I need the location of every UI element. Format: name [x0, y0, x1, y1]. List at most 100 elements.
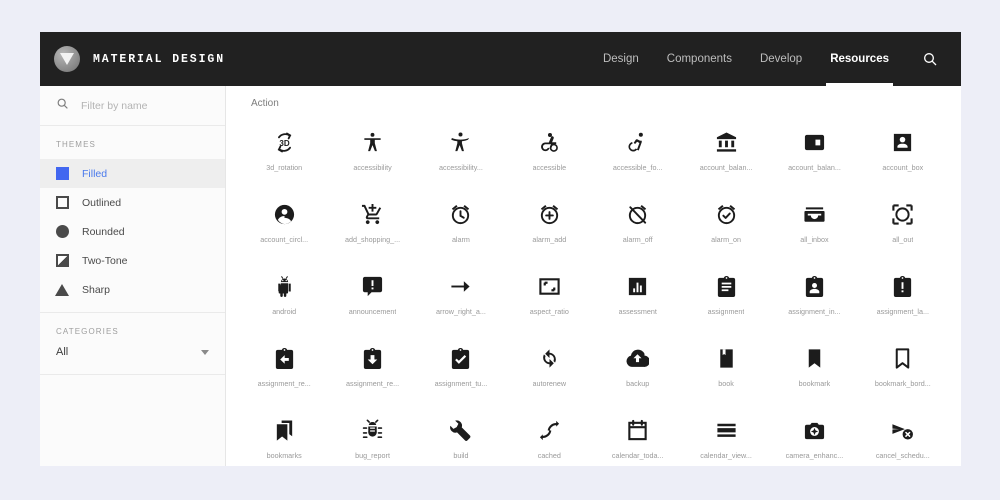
build-icon	[449, 413, 472, 447]
filter-by-name-input[interactable]	[81, 99, 209, 112]
alarm-on-icon	[715, 197, 738, 231]
icon-cell-cached[interactable]: cached	[505, 407, 593, 465]
sidebar-item-rounded[interactable]: Rounded	[40, 217, 225, 246]
icon-grid: 3D 3d_rotation accessibility accessibility.…	[226, 119, 961, 466]
icon-cell-3d_rotation[interactable]: 3D 3d_rotation	[240, 119, 328, 177]
calendar-view-day-icon	[715, 413, 738, 447]
icon-cell-bookmark[interactable]: bookmark	[770, 335, 858, 393]
icon-cell-book[interactable]: book	[682, 335, 770, 393]
android-icon	[273, 269, 296, 303]
header-nav: Design Components Develop Resources	[589, 32, 943, 86]
icon-label: accessibility	[353, 163, 392, 172]
accessible-icon	[538, 125, 561, 159]
icon-cell-assignment_tu[interactable]: assignment_tu...	[417, 335, 505, 393]
icon-cell-accessible[interactable]: accessible	[505, 119, 593, 177]
icon-cell-assignment_la[interactable]: assignment_la...	[859, 263, 947, 321]
filled-circle-icon	[56, 225, 69, 238]
alarm-off-icon	[626, 197, 649, 231]
outlined-square-icon	[56, 196, 69, 209]
icon-cell-assignment_re[interactable]: assignment_re...	[240, 335, 328, 393]
search-icon	[56, 97, 69, 115]
icon-label: accessible_fo...	[612, 163, 663, 172]
icon-label: assignment_la...	[876, 307, 929, 316]
icon-cell-alarm_add[interactable]: alarm_add	[505, 191, 593, 249]
themes-section: THEMES Filled Outlined Rounded Two-Tone	[40, 126, 225, 313]
icon-cell-aspect_ratio[interactable]: aspect_ratio	[505, 263, 593, 321]
sidebar-item-label: Outlined	[82, 196, 122, 209]
icon-cell-account_circl[interactable]: account_circl...	[240, 191, 328, 249]
icon-label: alarm	[451, 235, 470, 244]
icon-label: assignment_tu...	[434, 379, 488, 388]
icon-cell-account_balan[interactable]: account_balan...	[682, 119, 770, 177]
cached-icon	[538, 413, 561, 447]
icon-cell-add_shopping_[interactable]: add_shopping_...	[328, 191, 416, 249]
alarm-icon	[449, 197, 472, 231]
accessibility-new-icon	[449, 125, 472, 159]
icon-cell-assignment_in[interactable]: assignment_in...	[770, 263, 858, 321]
icon-cell-assignment_re[interactable]: assignment_re...	[328, 335, 416, 393]
icon-cell-alarm_on[interactable]: alarm_on	[682, 191, 770, 249]
sidebar-filler	[40, 375, 225, 466]
nav-item-design[interactable]: Design	[589, 32, 653, 86]
3d-rotation-icon: 3D	[273, 125, 296, 159]
icon-cell-announcement[interactable]: announcement	[328, 263, 416, 321]
icon-cell-all_out[interactable]: all_out	[859, 191, 947, 249]
icon-cell-assessment[interactable]: assessment	[594, 263, 682, 321]
icon-cell-calendar_toda[interactable]: calendar_toda...	[594, 407, 682, 465]
nav-item-resources[interactable]: Resources	[816, 32, 903, 86]
icon-cell-assignment[interactable]: assignment	[682, 263, 770, 321]
icon-label: assignment	[707, 307, 745, 316]
icon-label: cancel_schedu...	[875, 451, 930, 460]
icon-cell-autorenew[interactable]: autorenew	[505, 335, 593, 393]
sidebar-item-two-tone[interactable]: Two-Tone	[40, 246, 225, 275]
icon-cell-bookmarks[interactable]: bookmarks	[240, 407, 328, 465]
icon-cell-bug_report[interactable]: bug_report	[328, 407, 416, 465]
icon-label: aspect_ratio	[529, 307, 569, 316]
icon-cell-cancel_schedu[interactable]: cancel_schedu...	[859, 407, 947, 465]
sidebar-item-filled[interactable]: Filled	[40, 159, 225, 188]
material-design-logo-icon	[54, 46, 80, 72]
icon-cell-alarm_off[interactable]: alarm_off	[594, 191, 682, 249]
icon-label: accessible	[532, 163, 567, 172]
icon-cell-accessibility[interactable]: accessibility...	[417, 119, 505, 177]
accessible-forward-icon	[626, 125, 649, 159]
icon-cell-account_balan[interactable]: account_balan...	[770, 119, 858, 177]
icon-cell-backup[interactable]: backup	[594, 335, 682, 393]
categories-section: CATEGORIES All	[40, 313, 225, 375]
assignment-returned-icon	[361, 341, 384, 375]
brand-logo-group[interactable]: MATERIAL DESIGN	[54, 46, 225, 72]
bookmarks-icon	[273, 413, 296, 447]
icon-cell-account_box[interactable]: account_box	[859, 119, 947, 177]
category-select[interactable]: All	[40, 346, 225, 368]
icon-label: autorenew	[532, 379, 567, 388]
icon-cell-all_inbox[interactable]: all_inbox	[770, 191, 858, 249]
sidebar-item-outlined[interactable]: Outlined	[40, 188, 225, 217]
icon-cell-build[interactable]: build	[417, 407, 505, 465]
icon-label: bug_report	[355, 451, 390, 460]
aspect-ratio-icon	[538, 269, 561, 303]
icon-cell-camera_enhanc[interactable]: camera_enhanc...	[770, 407, 858, 465]
chevron-down-icon	[201, 349, 209, 355]
categories-section-title: CATEGORIES	[56, 327, 119, 336]
nav-item-components[interactable]: Components	[653, 32, 746, 86]
icon-cell-accessibility[interactable]: accessibility	[328, 119, 416, 177]
sidebar-item-sharp[interactable]: Sharp	[40, 275, 225, 304]
icon-label: account_circl...	[260, 235, 309, 244]
icon-cell-accessible_fo[interactable]: accessible_fo...	[594, 119, 682, 177]
search-icon[interactable]	[919, 48, 941, 70]
icon-label: bookmark	[798, 379, 831, 388]
assignment-return-icon	[273, 341, 296, 375]
icon-label: assessment	[618, 307, 657, 316]
assignment-turned-in-icon	[449, 341, 472, 375]
themes-section-title: THEMES	[56, 140, 96, 149]
icon-cell-bookmark_bord[interactable]: bookmark_bord...	[859, 335, 947, 393]
icon-cell-arrow_right_a[interactable]: arrow_right_a...	[417, 263, 505, 321]
filter-row[interactable]	[40, 86, 225, 126]
icon-label: bookmark_bord...	[874, 379, 931, 388]
icon-cell-alarm[interactable]: alarm	[417, 191, 505, 249]
sidebar-item-label: Filled	[82, 167, 108, 180]
nav-item-develop[interactable]: Develop	[746, 32, 816, 86]
announcement-icon	[361, 269, 384, 303]
icon-cell-calendar_view[interactable]: calendar_view...	[682, 407, 770, 465]
icon-cell-android[interactable]: android	[240, 263, 328, 321]
